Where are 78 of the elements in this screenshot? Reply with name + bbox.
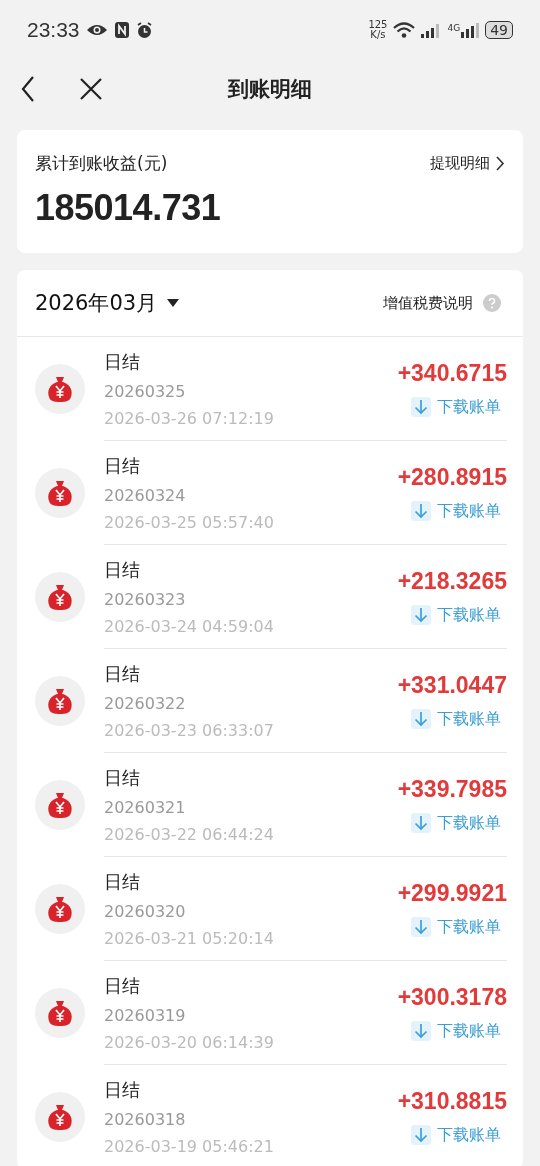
money-bag-icon bbox=[35, 364, 85, 414]
record-title: 日结 bbox=[104, 557, 141, 582]
record-amount: +280.8915 bbox=[397, 463, 507, 491]
record-title: 日结 bbox=[104, 1077, 141, 1102]
record-date-code: 20260320 bbox=[104, 901, 187, 921]
alarm-icon bbox=[135, 21, 153, 39]
record-date-code: 20260323 bbox=[104, 589, 187, 609]
download-icon bbox=[411, 501, 431, 521]
money-bag-icon bbox=[35, 676, 85, 726]
record-date-code: 20260318 bbox=[104, 1109, 187, 1129]
download-icon bbox=[411, 1021, 431, 1041]
download-icon bbox=[411, 917, 431, 937]
record-title: 日结 bbox=[104, 661, 141, 686]
record-amount: +339.7985 bbox=[397, 775, 507, 803]
money-bag-icon bbox=[35, 780, 85, 830]
money-bag-icon bbox=[35, 1092, 85, 1142]
download-bill-link[interactable]: 下载账单 bbox=[411, 604, 501, 626]
download-bill-link[interactable]: 下载账单 bbox=[411, 396, 501, 418]
record-amount: +331.0447 bbox=[397, 671, 507, 699]
download-bill-link[interactable]: 下载账单 bbox=[411, 916, 501, 938]
download-icon bbox=[411, 605, 431, 625]
record-title: 日结 bbox=[104, 349, 141, 374]
page-title: 到账明细 bbox=[228, 76, 312, 103]
battery-level: 49 bbox=[485, 21, 513, 39]
record-title: 日结 bbox=[104, 765, 141, 790]
record-timestamp: 2026-03-20 06:14:39 bbox=[104, 1032, 274, 1052]
record-title: 日结 bbox=[104, 869, 141, 894]
speed-unit: K/s bbox=[370, 30, 386, 40]
download-bill-link[interactable]: 下载账单 bbox=[411, 1124, 501, 1146]
withdrawal-details-link[interactable]: 提现明细 bbox=[430, 154, 505, 173]
download-bill-link[interactable]: 下载账单 bbox=[411, 708, 501, 730]
record-date-code: 20260319 bbox=[104, 1005, 187, 1025]
network-type: 4G bbox=[447, 22, 461, 33]
record-timestamp: 2026-03-25 05:57:40 bbox=[104, 512, 274, 532]
wifi-icon bbox=[393, 22, 416, 38]
download-icon bbox=[411, 709, 431, 729]
money-bag-icon bbox=[35, 988, 85, 1038]
speed-value: 125 bbox=[368, 20, 388, 30]
back-icon bbox=[21, 76, 35, 102]
record-title: 日结 bbox=[104, 453, 141, 478]
chevron-right-icon bbox=[496, 156, 505, 171]
record-date-code: 20260325 bbox=[104, 381, 187, 401]
record-amount: +310.8815 bbox=[397, 1087, 507, 1115]
download-bill-link[interactable]: 下载账单 bbox=[411, 1020, 501, 1042]
record-timestamp: 2026-03-21 05:20:14 bbox=[104, 928, 274, 948]
record-timestamp: 2026-03-23 06:33:07 bbox=[104, 720, 274, 740]
dropdown-icon bbox=[167, 299, 180, 307]
help-icon bbox=[483, 294, 501, 312]
money-bag-icon bbox=[35, 572, 85, 622]
record-amount: +299.9921 bbox=[397, 879, 507, 907]
signal-icon bbox=[421, 22, 442, 38]
record-amount: +300.3178 bbox=[397, 983, 507, 1011]
download-icon bbox=[411, 813, 431, 833]
record-amount: +218.3265 bbox=[397, 567, 507, 595]
record-date-code: 20260324 bbox=[104, 485, 187, 505]
record-timestamp: 2026-03-19 05:46:21 bbox=[104, 1136, 274, 1156]
close-icon bbox=[79, 77, 103, 101]
record-title: 日结 bbox=[104, 973, 141, 998]
download-bill-link[interactable]: 下载账单 bbox=[411, 500, 501, 522]
total-amount: 185014.731 bbox=[35, 187, 222, 229]
month-selector[interactable]: 2026年03月 bbox=[35, 289, 180, 317]
nfc-icon bbox=[113, 21, 130, 39]
record-amount: +340.6715 bbox=[397, 359, 507, 387]
eye-icon bbox=[85, 22, 108, 38]
download-icon bbox=[411, 1125, 431, 1145]
record-timestamp: 2026-03-26 07:12:19 bbox=[104, 408, 274, 428]
record-timestamp: 2026-03-22 06:44:24 bbox=[104, 824, 274, 844]
clock-time: 23:33 bbox=[27, 18, 80, 42]
earnings-label: 累计到账收益(元) bbox=[35, 152, 168, 175]
signal-icon bbox=[461, 22, 480, 38]
record-date-code: 20260321 bbox=[104, 797, 187, 817]
record-date-code: 20260322 bbox=[104, 693, 187, 713]
download-bill-link[interactable]: 下载账单 bbox=[411, 812, 501, 834]
money-bag-icon bbox=[35, 884, 85, 934]
record-timestamp: 2026-03-24 04:59:04 bbox=[104, 616, 274, 636]
tax-info-link[interactable]: 增值税费说明 bbox=[383, 293, 501, 313]
money-bag-icon bbox=[35, 468, 85, 518]
download-icon bbox=[411, 397, 431, 417]
